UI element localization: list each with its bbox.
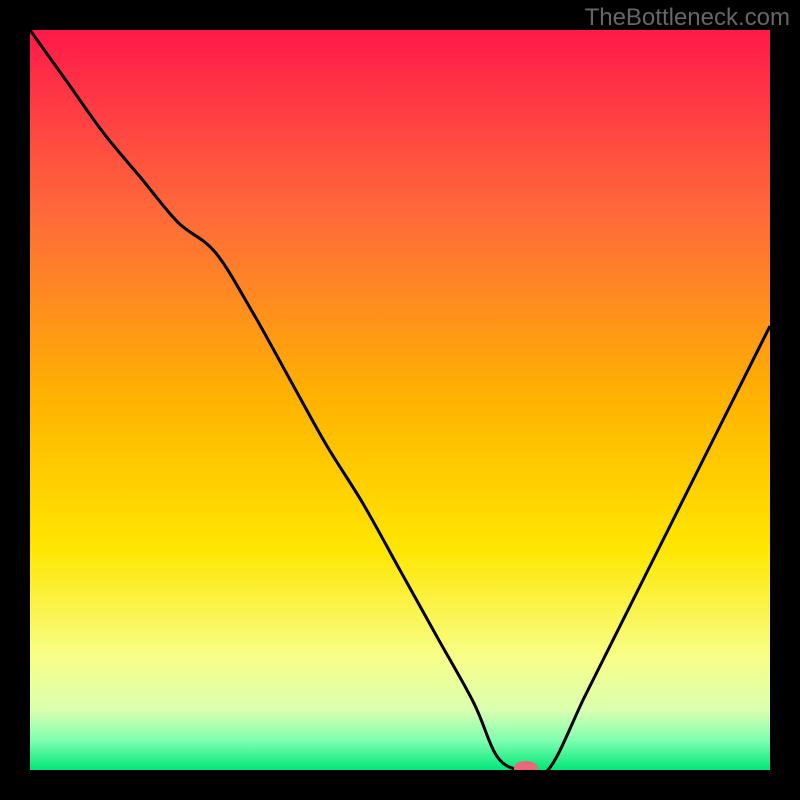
watermark-text: TheBottleneck.com — [585, 4, 790, 32]
chart-container: TheBottleneck.com — [0, 0, 800, 800]
gradient-background — [30, 30, 770, 770]
chart-svg — [30, 30, 770, 770]
plot-area — [30, 30, 770, 770]
